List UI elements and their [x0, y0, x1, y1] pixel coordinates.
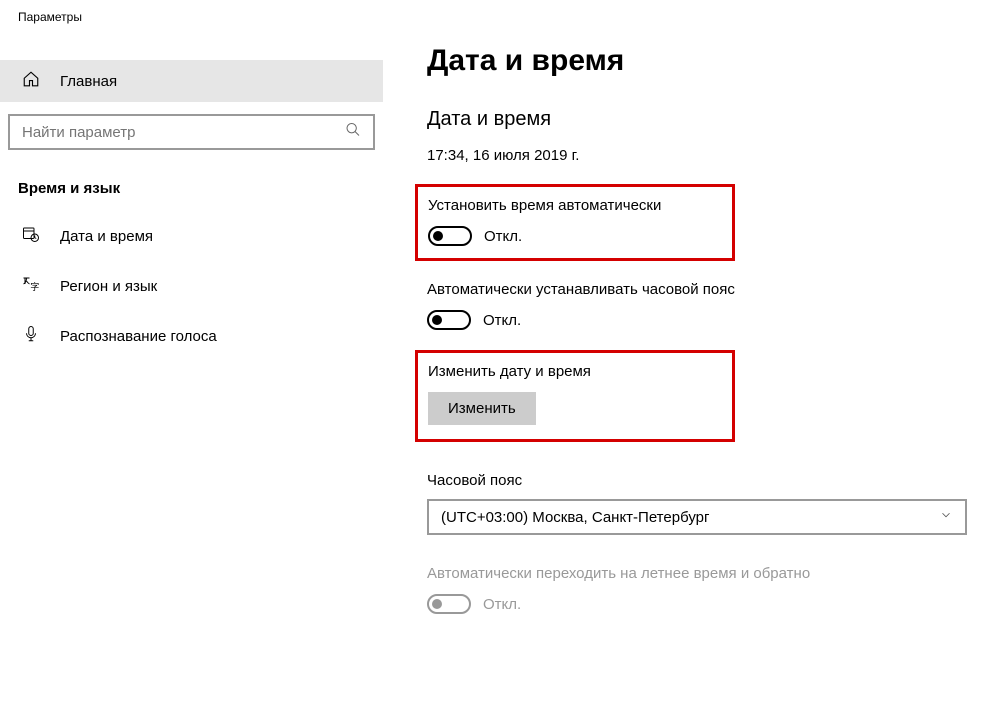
search-icon: [345, 122, 361, 143]
change-dt-label: Изменить дату и время: [428, 363, 718, 380]
auto-time-label: Установить время автоматически: [428, 197, 718, 214]
calendar-clock-icon: [22, 225, 40, 247]
section-title: Дата и время: [427, 108, 971, 131]
auto-time-state: Откл.: [484, 228, 522, 245]
timezone-value: (UTC+03:00) Москва, Санкт-Петербург: [441, 509, 709, 526]
timezone-label: Часовой пояс: [427, 472, 971, 489]
dst-state: Откл.: [483, 596, 521, 613]
home-label: Главная: [60, 73, 117, 90]
auto-tz-state: Откл.: [483, 312, 521, 329]
search-input[interactable]: [8, 114, 375, 150]
nav-item-label: Дата и время: [60, 228, 153, 245]
home-nav-item[interactable]: Главная: [0, 60, 383, 102]
nav-item-date-time[interactable]: Дата и время: [0, 211, 383, 261]
dst-label: Автоматически переходить на летнее время…: [427, 565, 971, 582]
dst-toggle: [427, 594, 471, 614]
auto-time-toggle[interactable]: [428, 226, 472, 246]
auto-tz-label: Автоматически устанавливать часовой пояс: [427, 281, 971, 298]
category-title: Время и язык: [0, 150, 383, 211]
nav-item-speech[interactable]: Распознавание голоса: [0, 311, 383, 361]
language-icon: 字: [22, 275, 40, 297]
content: Дата и время Дата и время 17:34, 16 июля…: [383, 34, 991, 710]
auto-tz-toggle[interactable]: [427, 310, 471, 330]
chevron-down-icon: [939, 508, 953, 526]
current-datetime: 17:34, 16 июля 2019 г.: [427, 147, 971, 164]
nav-item-label: Регион и язык: [60, 278, 157, 295]
search-wrap: [8, 114, 375, 150]
nav-item-label: Распознавание голоса: [60, 328, 217, 345]
page-title: Дата и время: [427, 44, 971, 78]
nav-item-region-language[interactable]: 字 Регион и язык: [0, 261, 383, 311]
change-button[interactable]: Изменить: [428, 392, 536, 425]
highlight-auto-time: Установить время автоматически Откл.: [415, 184, 735, 261]
sidebar: Главная Время и язык: [0, 34, 383, 710]
svg-text:字: 字: [30, 281, 39, 292]
window-title: Параметры: [0, 0, 991, 34]
timezone-dropdown[interactable]: (UTC+03:00) Москва, Санкт-Петербург: [427, 499, 967, 535]
highlight-change-dt: Изменить дату и время Изменить: [415, 350, 735, 442]
home-icon: [22, 70, 40, 92]
microphone-icon: [22, 325, 40, 347]
